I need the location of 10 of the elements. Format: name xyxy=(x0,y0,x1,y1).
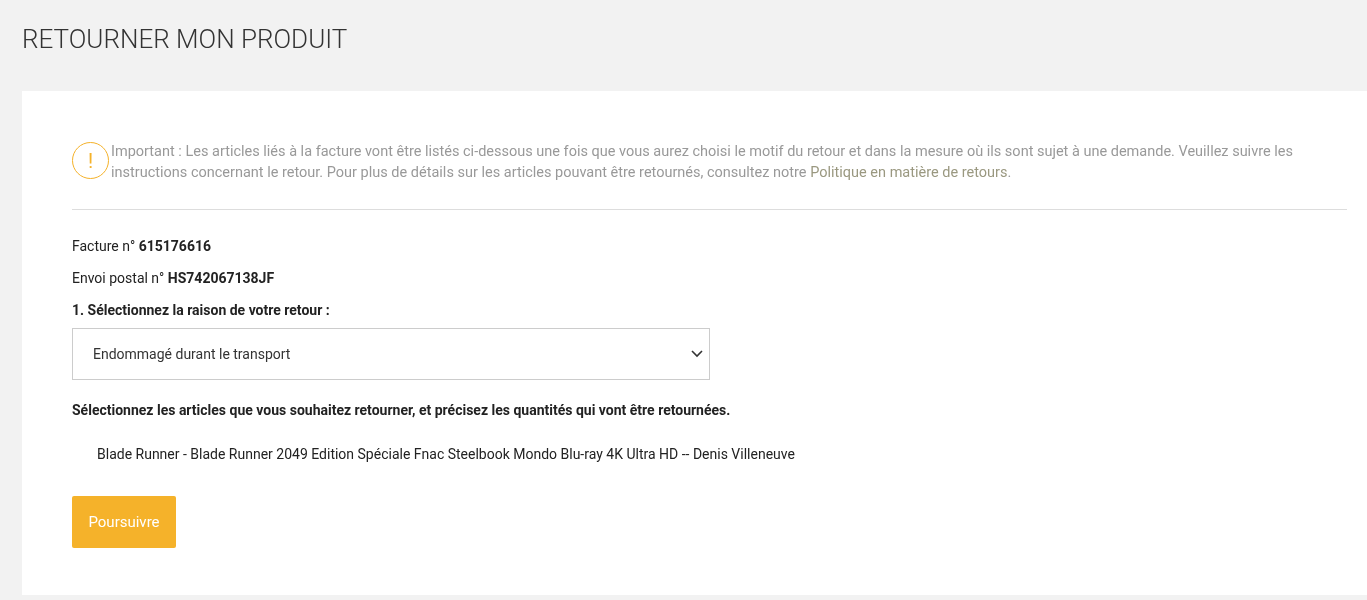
invoice-number: Facture n° 615176616 xyxy=(72,237,211,256)
page-title: RETOURNER MON PRODUIT xyxy=(22,23,348,56)
shipment-number: Envoi postal n° HS742067138JF xyxy=(72,269,275,288)
items-label: Sélectionnez les articles que vous souhaitez retourner, et précisez les quantités qui vont être retournées. xyxy=(72,401,731,420)
notice-text: Important : Les articles liés à la facture vont être listés ci-dessous une fois que vous aurez choisi le motif du retour et dans la mesure où ils sont sujet à une demande. Veuillez suivre les instructions concernant le retour. Pour plus de détails sur les articles pouvant être retournés, consultez notre Politique en matière de retours. xyxy=(111,142,1294,183)
reason-select[interactable]: Endommagé durant le transport xyxy=(72,328,710,380)
reason-label: 1. Sélectionnez la raison de votre retour : xyxy=(72,301,330,320)
item-title: Blade Runner - Blade Runner 2049 Edition Spéciale Fnac Steelbook Mondo Blu-ray 4K Ultra HD -- Denis Villeneuve xyxy=(97,445,795,464)
continue-button[interactable]: Poursuivre xyxy=(72,496,176,548)
chevron-down-icon xyxy=(691,350,703,358)
